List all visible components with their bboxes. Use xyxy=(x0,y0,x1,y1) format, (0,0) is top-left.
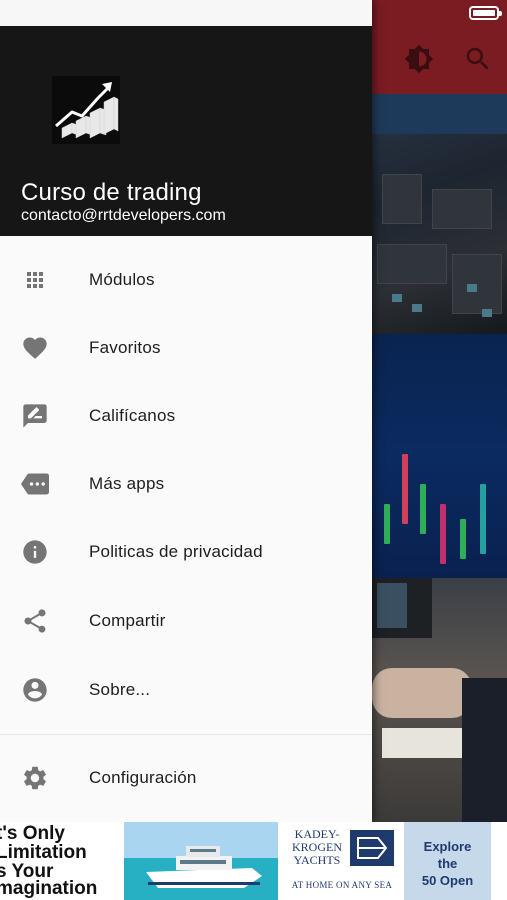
battery-icon xyxy=(469,6,502,20)
module-image-stock-exchange[interactable] xyxy=(372,94,507,334)
menu-divider xyxy=(0,734,372,735)
more-apps-icon xyxy=(21,470,49,498)
navigation-drawer: Curso de trading contacto@rrtdevelopers.… xyxy=(0,0,372,822)
rate-review-icon xyxy=(21,402,49,430)
ad-slogan: t's Only Limitation s Your magination xyxy=(0,822,124,900)
ad-cta-button[interactable]: Explore the 50 Open xyxy=(404,822,491,900)
menu-item-mas-apps[interactable]: Más apps xyxy=(0,450,372,518)
menu-item-calificanos[interactable]: Califícanos xyxy=(0,382,372,450)
ad-cta-label: Explore the 50 Open xyxy=(421,839,474,888)
ad-slogan-line: magination xyxy=(0,878,98,899)
search-icon[interactable] xyxy=(463,44,493,74)
menu-label: Califícanos xyxy=(89,406,176,425)
ad-slogan-line: Limitation xyxy=(0,842,87,863)
app-title: Curso de trading xyxy=(21,179,202,206)
heart-icon xyxy=(21,334,49,362)
menu-label: Módulos xyxy=(89,270,155,289)
grid-icon xyxy=(21,266,49,294)
menu-label: Configuración xyxy=(89,768,197,787)
share-icon xyxy=(21,607,49,635)
module-image-candles[interactable] xyxy=(372,334,507,578)
ad-tagline: AT HOME ON ANY SEA xyxy=(291,880,393,890)
ad-slogan-line: t's Only xyxy=(0,823,65,844)
menu-label: Compartir xyxy=(89,611,166,630)
menu-item-favoritos[interactable]: Favoritos xyxy=(0,314,372,382)
module-image-trader[interactable] xyxy=(372,578,507,822)
ad-edge xyxy=(491,822,507,900)
ad-brand-name: KADEY- KROGEN YACHTS xyxy=(292,827,342,867)
menu-label: Sobre... xyxy=(89,680,151,699)
drawer-status-bar xyxy=(0,0,372,26)
menu-label: Favoritos xyxy=(89,338,161,357)
account-circle-icon xyxy=(21,676,49,704)
ad-yacht-photo xyxy=(124,822,278,900)
menu-item-privacidad[interactable]: Politicas de privacidad xyxy=(0,518,372,586)
brightness-icon[interactable] xyxy=(404,44,434,74)
brand-logo-icon xyxy=(350,830,394,866)
info-icon xyxy=(21,538,49,566)
settings-icon xyxy=(21,764,49,792)
ad-brand: KADEY- KROGEN YACHTS AT HOME ON ANY SEA xyxy=(278,822,404,900)
drawer-header: Curso de trading contacto@rrtdevelopers.… xyxy=(0,26,372,236)
menu-item-sobre[interactable]: Sobre... xyxy=(0,656,372,724)
menu-item-configuracion[interactable]: Configuración xyxy=(0,744,372,812)
app-logo-icon xyxy=(52,76,120,144)
menu-label: Más apps xyxy=(89,474,165,493)
ad-banner[interactable]: t's Only Limitation s Your magination KA… xyxy=(0,822,507,900)
menu-label: Politicas de privacidad xyxy=(89,542,263,561)
menu-item-compartir[interactable]: Compartir xyxy=(0,587,372,655)
menu-item-modulos[interactable]: Módulos xyxy=(0,246,372,314)
contact-email: contacto@rrtdevelopers.com xyxy=(21,207,226,224)
